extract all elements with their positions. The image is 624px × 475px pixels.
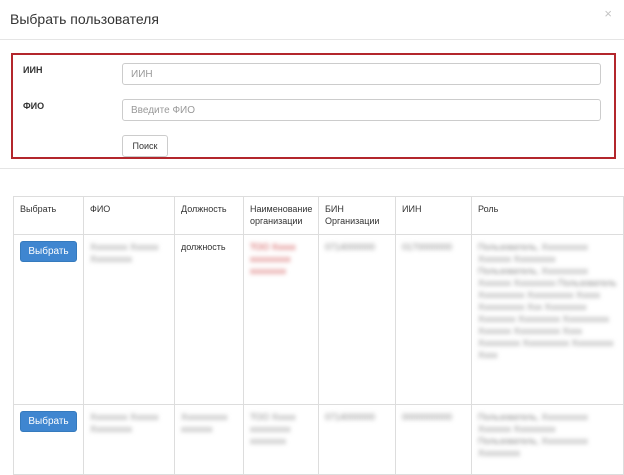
iin-input[interactable] bbox=[122, 63, 601, 85]
select-user-button[interactable]: Выбрать bbox=[20, 411, 77, 432]
role-cell: Пользователь, Xxxxxxxxxx Xxxxxxx Xxxxxxx… bbox=[471, 234, 624, 405]
position-value: Xxxxxxxxxx xxxxxxx bbox=[181, 412, 228, 434]
fio-cell: Xxxxxxxx Xxxxxx Xxxxxxxxx bbox=[83, 404, 175, 475]
select-cell: Выбрать bbox=[13, 234, 84, 405]
column-header-iin: ИИН bbox=[395, 196, 472, 235]
fio-value: Xxxxxxxx Xxxxxx Xxxxxxxxx bbox=[90, 412, 159, 434]
org-value: ТОО Xxxxx xxxxxxxxx xxxxxxxx bbox=[250, 242, 296, 276]
bin-cell: 0714000000 bbox=[318, 404, 396, 475]
bin-cell: 0714000000 bbox=[318, 234, 396, 405]
column-header-bin: БИН Организации bbox=[318, 196, 396, 235]
fio-label: ФИО bbox=[23, 101, 45, 111]
modal-title: Выбрать пользователя bbox=[10, 11, 159, 27]
column-header-fio: ФИО bbox=[83, 196, 175, 235]
fio-input[interactable] bbox=[122, 99, 601, 121]
iin-value: 0000000000 bbox=[402, 412, 453, 422]
column-header-org-name: Наименование организации bbox=[243, 196, 319, 235]
divider bbox=[0, 168, 624, 169]
position-value: должность bbox=[181, 242, 226, 252]
bin-value: 0714000000 bbox=[325, 412, 376, 422]
position-cell: должность bbox=[174, 234, 244, 405]
column-header-role: Роль bbox=[471, 196, 624, 235]
select-user-button[interactable]: Выбрать bbox=[20, 241, 77, 262]
iin-cell: 0000000000 bbox=[395, 404, 472, 475]
users-table: Выбрать ФИО Должность Наименование орган… bbox=[13, 196, 624, 475]
table-header-row: Выбрать ФИО Должность Наименование орган… bbox=[13, 196, 624, 235]
select-cell: Выбрать bbox=[13, 404, 84, 475]
bin-value: 0714000000 bbox=[325, 242, 376, 252]
search-button[interactable]: Поиск bbox=[122, 135, 168, 157]
position-cell: Xxxxxxxxxx xxxxxxx bbox=[174, 404, 244, 475]
role-value: Пользователь, Xxxxxxxxxx Xxxxxxx Xxxxxxx… bbox=[478, 412, 588, 458]
table-row: Выбрать Xxxxxxxx Xxxxxx Xxxxxxxxx должно… bbox=[13, 234, 624, 405]
role-cell: Пользователь, Xxxxxxxxxx Xxxxxxx Xxxxxxx… bbox=[471, 404, 624, 475]
iin-label: ИИН bbox=[23, 65, 43, 75]
column-header-position: Должность bbox=[174, 196, 244, 235]
fio-value: Xxxxxxxx Xxxxxx Xxxxxxxxx bbox=[90, 242, 159, 264]
search-form: ИИН ФИО Поиск bbox=[11, 53, 616, 159]
fio-cell: Xxxxxxxx Xxxxxx Xxxxxxxxx bbox=[83, 234, 175, 405]
modal-header: Выбрать пользователя × bbox=[0, 0, 624, 40]
org-value: ТОО Xxxxx xxxxxxxxx xxxxxxxx bbox=[250, 412, 296, 446]
iin-cell: 0170000000 bbox=[395, 234, 472, 405]
table-row: Выбрать Xxxxxxxx Xxxxxx Xxxxxxxxx Xxxxxx… bbox=[13, 404, 624, 475]
close-icon[interactable]: × bbox=[604, 6, 612, 21]
iin-value: 0170000000 bbox=[402, 242, 453, 252]
org-cell: ТОО Xxxxx xxxxxxxxx xxxxxxxx bbox=[243, 404, 319, 475]
role-value: Пользователь, Xxxxxxxxxx Xxxxxxx Xxxxxxx… bbox=[478, 242, 617, 360]
column-header-select: Выбрать bbox=[13, 196, 84, 235]
org-cell: ТОО Xxxxx xxxxxxxxx xxxxxxxx bbox=[243, 234, 319, 405]
